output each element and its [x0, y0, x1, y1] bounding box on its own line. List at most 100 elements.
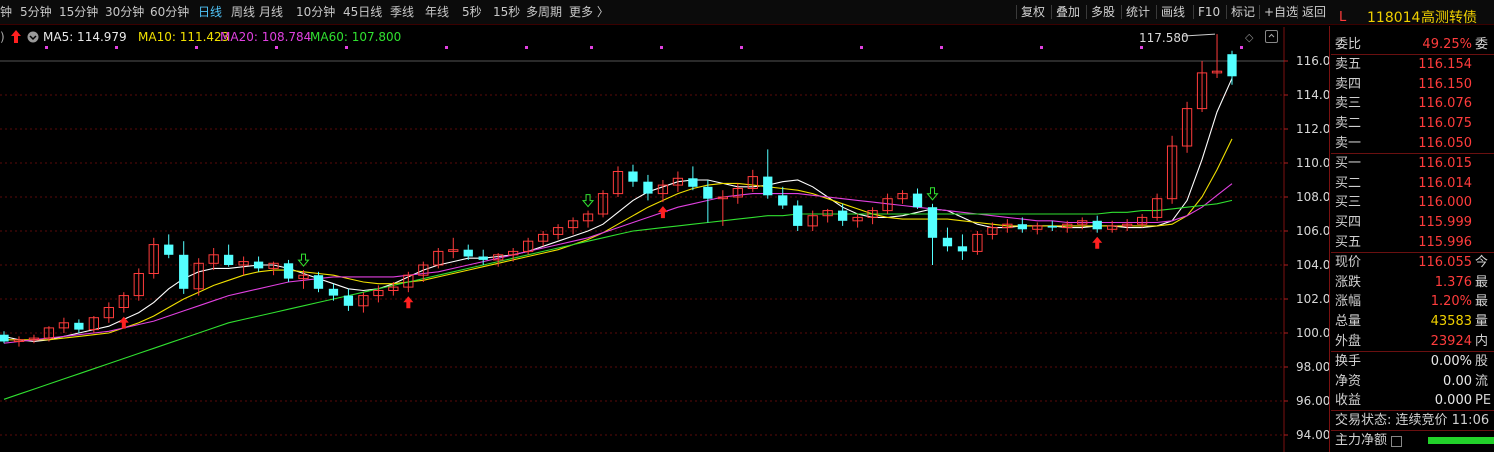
weibi-row: 委比 49.25% 委	[1331, 35, 1494, 54]
y-tick-label: 100.0	[1296, 326, 1329, 340]
row-value: 43583	[1430, 314, 1472, 330]
timeframe-tab[interactable]: 30分钟	[105, 4, 144, 20]
bid-row: 买二 116.014	[1331, 174, 1494, 193]
toolbar-divider	[1193, 5, 1194, 19]
toolbar-button[interactable]: 统计	[1126, 4, 1150, 20]
timeframe-tab[interactable]: 5秒	[462, 4, 482, 20]
candle-body	[927, 207, 938, 238]
candle-body	[1017, 224, 1027, 230]
timeframe-tab[interactable]: 45日线	[343, 4, 382, 20]
row-extra-label: 最	[1475, 294, 1489, 310]
toolbar-button[interactable]: 叠加	[1056, 4, 1080, 20]
candle-body	[223, 254, 234, 265]
red-arrow-up-icon	[403, 296, 414, 309]
timeframe-tab[interactable]: 月线	[259, 4, 283, 20]
row-extra-label: 流	[1475, 373, 1489, 389]
y-tick-label: 114.0	[1296, 88, 1329, 102]
green-arrow-down-icon	[297, 253, 310, 267]
toolbar-divider	[1259, 5, 1260, 19]
row-label: 净资	[1335, 373, 1362, 389]
candle-body	[74, 322, 84, 330]
timeframe-tab[interactable]: 季线	[390, 4, 414, 20]
row-label: 涨幅	[1335, 294, 1362, 310]
timeframe-tab[interactable]: 年线	[425, 4, 449, 20]
row-label: 委比	[1335, 37, 1362, 52]
row-label: 卖五	[1335, 56, 1362, 72]
row-extra-label: 量	[1475, 314, 1489, 330]
timeframe-tab[interactable]: 10分钟	[296, 4, 335, 20]
market-flag: L	[1339, 10, 1347, 25]
candle-body	[0, 334, 9, 342]
row-value: 49.25%	[1422, 37, 1472, 52]
row-extra-label: 内	[1475, 334, 1489, 349]
candle-body	[179, 254, 189, 289]
row-label: 买三	[1335, 195, 1362, 211]
trade-status: 交易状态: 连续竞价 11:06	[1331, 411, 1494, 430]
timeframe-tab[interactable]: 更多 〉	[569, 4, 609, 20]
toolbar-divider	[1086, 5, 1087, 19]
y-tick-label: 110.0	[1296, 156, 1329, 170]
bid-row: 买三 116.000	[1331, 193, 1494, 212]
toolbar-button[interactable]: 返回	[1302, 4, 1326, 20]
timeframe-tab[interactable]: 15秒	[493, 4, 520, 20]
candlestick-chart[interactable]: 116.0 114.0 112.0 110.0 108.0 106.0 104.0 102.0…	[0, 27, 1329, 452]
toolbar-button[interactable]: 多股	[1091, 4, 1115, 20]
row-value: 116.015	[1418, 155, 1472, 171]
timeframe-tab[interactable]: 多周期	[526, 4, 562, 20]
row-extra-label: 最	[1475, 274, 1489, 290]
stat-row: 换手 0.00% 股	[1331, 352, 1494, 371]
row-label: 总量	[1335, 314, 1362, 330]
main-flow-icon[interactable]	[1391, 436, 1402, 448]
timeframe-tab[interactable]: 15分钟	[59, 4, 98, 20]
timeframe-tab[interactable]: 周线	[231, 4, 255, 20]
row-label: 卖二	[1335, 116, 1362, 132]
diamond-icon[interactable]: ◇	[1245, 31, 1253, 44]
toolbar-button[interactable]: +自选	[1264, 4, 1298, 20]
row-label: 卖三	[1335, 96, 1362, 112]
row-value: 116.055	[1418, 254, 1472, 270]
toolbar-button[interactable]: 标记	[1231, 4, 1255, 20]
candle-body	[328, 288, 339, 296]
toolbar-divider	[1051, 5, 1052, 19]
candle-body	[778, 195, 788, 206]
main-flow-label: 主力净额	[1335, 433, 1388, 449]
row-value: 0.00	[1443, 373, 1472, 389]
candle-body	[912, 193, 923, 208]
marker-dot	[195, 46, 198, 49]
candle-body	[793, 205, 803, 226]
row-value: 116.150	[1418, 76, 1472, 92]
trade-status-text: 交易状态: 连续竞价 11:06	[1335, 413, 1490, 429]
toolbar-button[interactable]: F10	[1198, 4, 1220, 20]
row-label: 现价	[1335, 254, 1362, 270]
marker-dot	[740, 46, 743, 49]
row-value: 116.000	[1418, 195, 1472, 211]
marker-dot	[940, 46, 943, 49]
candle-body	[703, 186, 713, 199]
candle-body	[164, 244, 174, 255]
timeframe-tab[interactable]: 60分钟	[150, 4, 189, 20]
toolbar-button[interactable]: 画线	[1161, 4, 1185, 20]
candle-body	[942, 237, 953, 247]
row-value: 116.075	[1418, 116, 1472, 132]
candle-body	[463, 249, 473, 257]
period-toolbar: 钟 5分钟 15分钟 30分钟 60分钟 日线 周线 月线 10分钟 45日线 季线 年线 5秒 15秒多…	[0, 0, 1494, 25]
toolbar-button[interactable]: 复权	[1021, 4, 1045, 20]
row-extra-label: 股	[1475, 353, 1489, 369]
timeframe-tab[interactable]: 5分钟	[20, 4, 52, 20]
row-label: 买四	[1335, 215, 1362, 231]
row-label: 涨跌	[1335, 274, 1362, 290]
row-extra-label: 今	[1475, 254, 1489, 270]
y-tick-label: 98.00	[1296, 360, 1329, 374]
row-value: 116.050	[1418, 136, 1472, 151]
marker-dot	[590, 46, 593, 49]
marker-dot	[275, 46, 278, 49]
chart-settings-icon[interactable]	[1265, 30, 1278, 43]
timeframe-tab[interactable]: 钟	[0, 4, 12, 20]
row-label: 买二	[1335, 175, 1362, 191]
y-tick-label: 104.0	[1296, 258, 1329, 272]
row-label: 卖四	[1335, 76, 1362, 92]
green-arrow-down-icon	[926, 187, 939, 201]
security-code: 118014	[1367, 10, 1421, 26]
timeframe-tab[interactable]: 日线	[198, 4, 222, 20]
stat-row: 收益 0.000 PE	[1331, 391, 1494, 410]
